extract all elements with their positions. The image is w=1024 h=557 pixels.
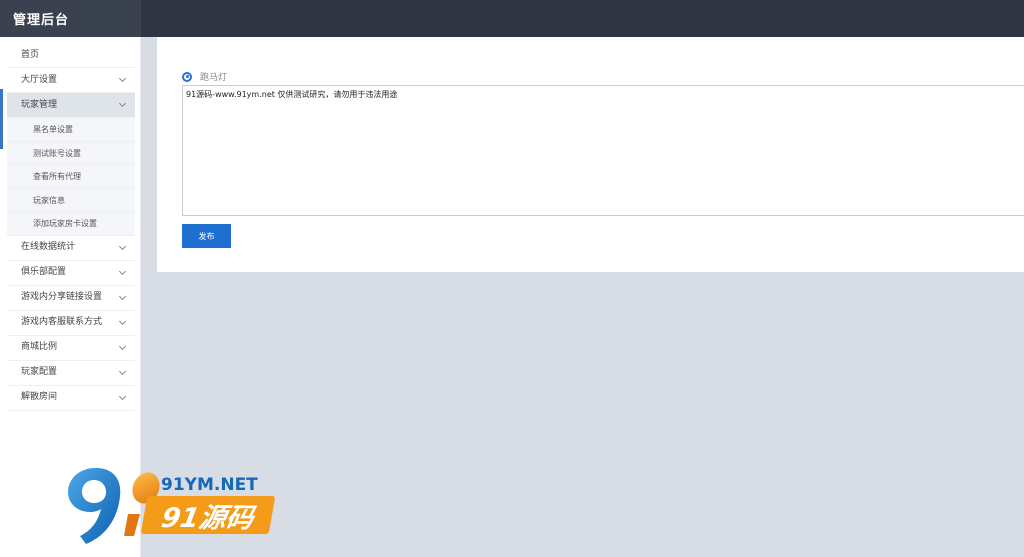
- radio-selected-icon[interactable]: [182, 71, 192, 82]
- sidebar-item-player-management[interactable]: 玩家管理: [7, 93, 135, 118]
- publish-button[interactable]: 发布: [182, 224, 231, 248]
- sidebar-item-label: 商城比例: [21, 342, 58, 352]
- marquee-textarea[interactable]: 91源码-www.91ym.net 仅供测试研究，请勿用于违法用途: [182, 85, 1024, 216]
- sidebar-item-label: 解散房间: [21, 392, 58, 402]
- sidebar-item-label: 首页: [21, 49, 40, 60]
- app-title: 管理后台: [0, 0, 141, 37]
- sidebar-accent-bar: [0, 89, 3, 149]
- sidebar-item-share-link[interactable]: 游戏内分享链接设置: [7, 286, 135, 311]
- radio-label: 跑马灯: [200, 73, 228, 83]
- chevron-down-icon: [118, 74, 127, 83]
- sidebar-subitem-player-info[interactable]: 玩家信息: [7, 188, 135, 212]
- chevron-down-icon: [118, 292, 127, 300]
- chevron-down-icon: [118, 267, 127, 275]
- sidebar-item-label: 游戏内客服联系方式: [21, 317, 103, 327]
- sidebar-item-home[interactable]: 首页: [7, 43, 135, 68]
- sidebar-subitem-blacklist[interactable]: 黑名单设置: [7, 118, 135, 142]
- sidebar-item-club-config[interactable]: 俱乐部配置: [7, 261, 135, 286]
- top-bar: 管理后台: [0, 0, 1024, 37]
- sidebar-item-lobby-settings[interactable]: 大厅设置: [7, 68, 135, 93]
- sidebar-item-online-stats[interactable]: 在线数据统计: [7, 236, 135, 261]
- marquee-form-card: 跑马灯 91源码-www.91ym.net 仅供测试研究，请勿用于违法用途 发布: [157, 37, 1024, 272]
- watermark-bottom-text: 91源码: [140, 496, 276, 534]
- marquee-option[interactable]: 跑马灯: [182, 70, 227, 83]
- chevron-down-icon: [118, 342, 127, 350]
- chevron-down-icon: [118, 392, 127, 400]
- sidebar-item-label: 在线数据统计: [21, 242, 76, 252]
- sidebar-item-player-config[interactable]: 玩家配置: [7, 361, 135, 386]
- sidebar-item-label: 大厅设置: [21, 74, 58, 85]
- sidebar-subitem-all-agents[interactable]: 查看所有代理: [7, 165, 135, 189]
- sidebar-nav: 首页 大厅设置 玩家管理 黑名单设置 测试账号设置 查看所有代理 玩家信息 添加…: [7, 43, 135, 411]
- sidebar-item-label: 玩家配置: [21, 367, 58, 377]
- sidebar-item-label: 俱乐部配置: [21, 267, 67, 277]
- sidebar-item-label: 玩家管理: [21, 99, 58, 110]
- sidebar-item-label: 游戏内分享链接设置: [21, 292, 103, 302]
- watermark-logo: 91YM.NET 91源码: [66, 466, 276, 546]
- chevron-down-icon: [118, 99, 127, 108]
- sidebar-subitem-add-room-card[interactable]: 添加玩家房卡设置: [7, 212, 135, 236]
- chevron-down-icon: [118, 367, 127, 375]
- sidebar-item-shop-ratio[interactable]: 商城比例: [7, 336, 135, 361]
- chevron-down-icon: [118, 317, 127, 325]
- sidebar-subitem-test-accounts[interactable]: 测试账号设置: [7, 141, 135, 165]
- sidebar-item-support-contact[interactable]: 游戏内客服联系方式: [7, 311, 135, 336]
- sidebar-item-dissolve-room[interactable]: 解散房间: [7, 386, 135, 411]
- chevron-down-icon: [118, 242, 127, 250]
- watermark-top-text: 91YM.NET: [161, 475, 258, 495]
